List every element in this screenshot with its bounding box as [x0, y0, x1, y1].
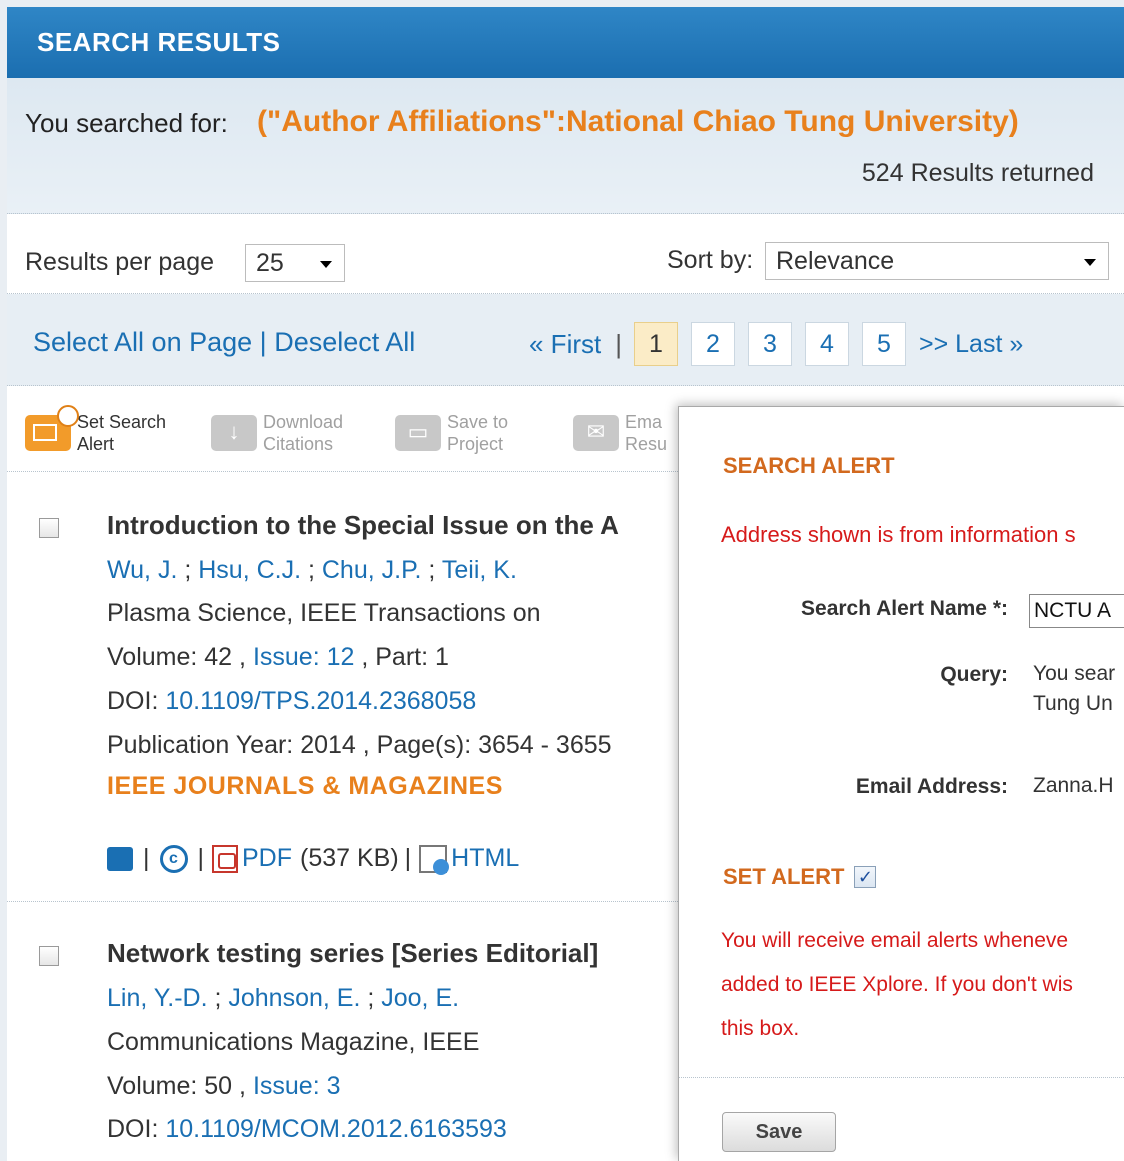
chevron-down-icon	[1084, 259, 1096, 266]
pagination-bar: Select All on Page | Deselect All « Firs…	[7, 294, 1124, 386]
page-3-button[interactable]: 3	[748, 322, 792, 366]
save-project-label-2: Project	[447, 434, 504, 454]
chevron-down-icon	[320, 261, 332, 268]
results-per-page-label: Results per page	[25, 248, 215, 276]
issue-link[interactable]: Issue: 12	[253, 643, 354, 671]
author-link[interactable]: Chu, J.P.	[322, 556, 422, 584]
result-links: | c | PDF (537 KB) | HTML	[107, 844, 519, 875]
author-link[interactable]: Teii, K.	[442, 556, 517, 584]
email-value: Zanna.H	[1033, 774, 1114, 797]
set-alert-row: SET ALERT ✓	[723, 864, 877, 890]
author-link[interactable]: Lin, Y.-D.	[107, 984, 208, 1012]
result-authors: Wu, J. ; Hsu, C.J. ; Chu, J.P. ; Teii, K…	[107, 556, 517, 584]
selection-links: Select All on Page | Deselect All	[33, 327, 415, 358]
email-results-button[interactable]: ✉ Ema Resu	[573, 408, 667, 458]
download-icon: ↓	[211, 415, 257, 451]
result-volume: Volume: 50 , Issue: 3	[107, 1072, 341, 1100]
author-link[interactable]: Johnson, E.	[228, 984, 360, 1012]
result-volume: Volume: 42 , Issue: 12 , Part: 1	[107, 643, 449, 671]
result-pubinfo: Publication Year: 2014 , Page(s): 3654 -…	[107, 731, 612, 759]
last-page-link[interactable]: >> Last »	[919, 330, 1023, 359]
results-per-page-select[interactable]: 25	[245, 244, 345, 282]
alert-name-label: Search Alert Name *:	[801, 597, 1008, 620]
alert-envelope-icon	[25, 405, 79, 451]
alert-name-input[interactable]: NCTU A	[1029, 594, 1124, 628]
deselect-all-link[interactable]: Deselect All	[274, 327, 415, 357]
result-title[interactable]: Network testing series [Series Editorial…	[107, 938, 598, 969]
select-all-link[interactable]: Select All on Page	[33, 327, 252, 357]
result-content-type: IEEE JOURNALS & MAGAZINES	[107, 772, 503, 800]
dialog-divider	[679, 1077, 1124, 1078]
result-doi: DOI: 10.1109/TPS.2014.2368058	[107, 687, 477, 715]
copyright-icon[interactable]: c	[159, 844, 188, 873]
page-4-button[interactable]: 4	[805, 322, 849, 366]
set-alert-label: SET ALERT	[723, 864, 845, 889]
pdf-size: (537 KB)	[300, 844, 399, 872]
pdf-icon	[212, 844, 238, 873]
results-per-page-value: 25	[256, 249, 284, 277]
query-label: Query:	[940, 663, 1008, 686]
search-summary: You searched for: ("Author Affiliations"…	[7, 78, 1124, 214]
author-link[interactable]: Joo, E.	[381, 984, 459, 1012]
page-2-button[interactable]: 2	[691, 322, 735, 366]
download-label-1: Download	[263, 412, 344, 432]
html-link[interactable]: HTML	[451, 844, 519, 873]
save-to-project-button[interactable]: ▭ Save to Project	[395, 408, 508, 458]
selection-separator: |	[259, 327, 267, 357]
results-controls: Results per page 25 Sort by: Relevance	[7, 214, 1124, 294]
result-authors: Lin, Y.-D. ; Johnson, E. ; Joo, E.	[107, 984, 460, 1012]
download-label-2: Citations	[263, 434, 334, 454]
save-project-label-1: Save to	[447, 412, 509, 432]
email-label-2: Resu	[625, 434, 668, 454]
abstract-icon[interactable]	[107, 846, 133, 871]
sort-by-select[interactable]: Relevance	[765, 242, 1109, 280]
author-link[interactable]: Wu, J.	[107, 556, 177, 584]
result-journal[interactable]: Plasma Science, IEEE Transactions on	[107, 599, 541, 628]
save-button[interactable]: Save	[722, 1112, 836, 1152]
sort-by-label: Sort by:	[667, 246, 754, 274]
doi-link[interactable]: 10.1109/TPS.2014.2368058	[165, 687, 476, 715]
pager: « First | 1 2 3 4 5 >> Last »	[529, 320, 1023, 368]
first-page-link[interactable]: « First	[529, 329, 601, 360]
html-icon	[419, 844, 450, 875]
pdf-link[interactable]: PDF	[242, 844, 292, 873]
page-5-button[interactable]: 5	[862, 322, 906, 366]
envelope-icon: ✉	[573, 415, 619, 451]
email-label: Email Address:	[855, 775, 1008, 798]
issue-link[interactable]: Issue: 3	[253, 1072, 341, 1100]
alert-info-text: You will receive email alerts wheneve ad…	[721, 929, 1073, 1040]
result-title[interactable]: Introduction to the Special Issue on the…	[107, 510, 619, 541]
doi-link[interactable]: 10.1109/MCOM.2012.6163593	[165, 1115, 506, 1143]
set-search-alert-button[interactable]: Set Search Alert	[25, 405, 167, 458]
search-alert-dialog: SEARCH ALERT Address shown is from infor…	[678, 406, 1124, 1161]
sort-by-value: Relevance	[776, 247, 895, 275]
result-checkbox[interactable]	[39, 518, 59, 538]
result-journal[interactable]: Communications Magazine, IEEE	[107, 1028, 479, 1057]
dialog-title: SEARCH ALERT	[723, 453, 895, 478]
download-citations-button[interactable]: ↓ Download Citations	[211, 408, 343, 458]
result-checkbox[interactable]	[39, 946, 59, 966]
panel-header: SEARCH RESULTS	[7, 7, 1124, 78]
address-notice: Address shown is from information s	[721, 522, 1076, 547]
set-alert-checkbox[interactable]: ✓	[854, 866, 877, 888]
pager-separator: |	[615, 328, 622, 359]
folder-icon: ▭	[395, 415, 441, 451]
result-doi: DOI: 10.1109/MCOM.2012.6163593	[107, 1115, 507, 1143]
results-count: 524 Results returned	[861, 159, 1094, 187]
set-alert-label-1: Set Search	[77, 412, 167, 432]
page-1-button[interactable]: 1	[634, 322, 678, 366]
set-alert-label-2: Alert	[77, 434, 115, 454]
email-label-1: Ema	[625, 412, 663, 432]
query-value: You sear Tung Un	[1033, 662, 1116, 715]
search-query: ("Author Affiliations":National Chiao Tu…	[257, 105, 1019, 138]
panel-title: SEARCH RESULTS	[37, 27, 281, 57]
searched-for-label: You searched for:	[25, 108, 228, 138]
author-link[interactable]: Hsu, C.J.	[198, 556, 301, 584]
